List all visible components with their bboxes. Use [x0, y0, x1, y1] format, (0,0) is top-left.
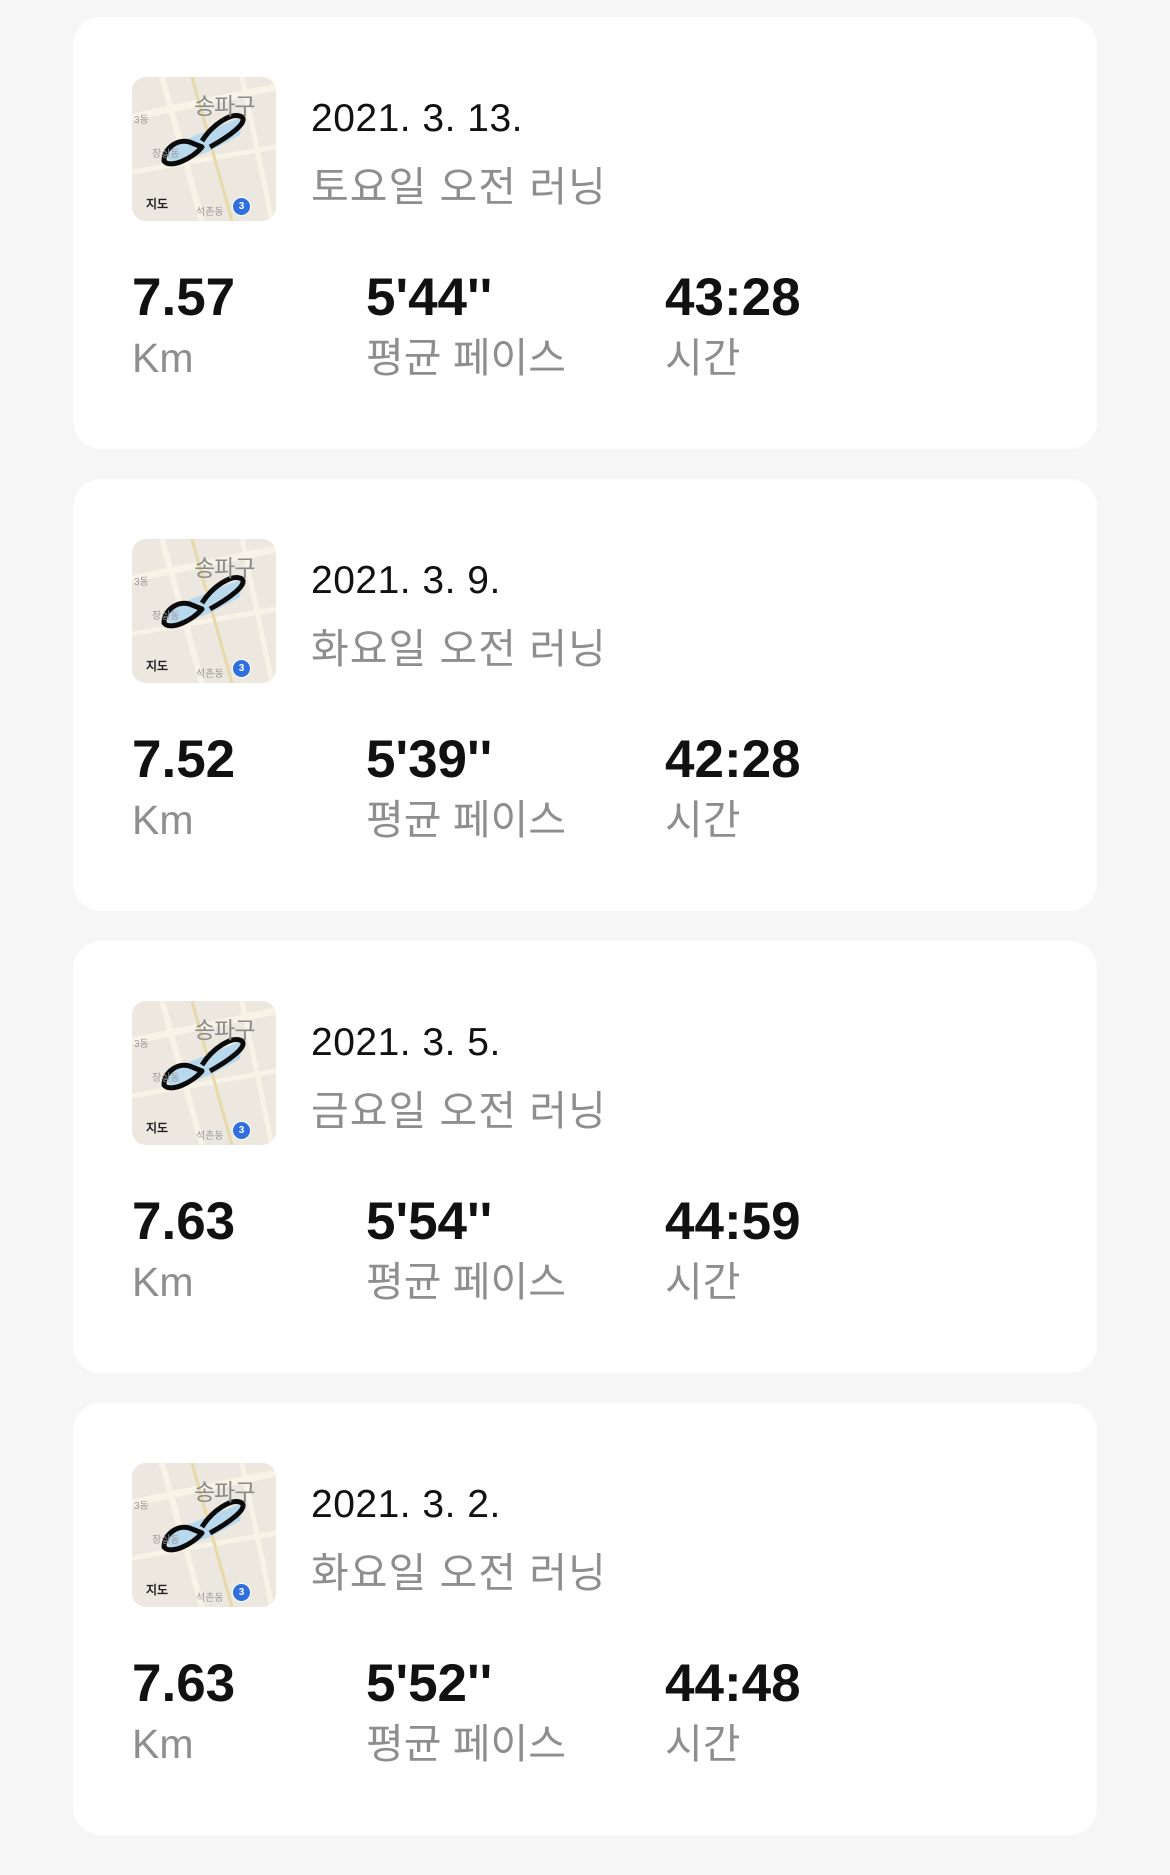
- activity-card[interactable]: 송파구 3동 장실동 석촌동 지도 3 2021. 3. 5. 금요일 오전 러…: [73, 941, 1097, 1373]
- distance-stat: 7.57 Km: [132, 213, 235, 379]
- distance-label: Km: [132, 1721, 194, 1767]
- pace-value: 5'54'': [366, 1192, 493, 1251]
- time-value: 44:48: [665, 1654, 801, 1713]
- activity-date: 2021. 3. 5.: [311, 1021, 501, 1064]
- distance-value: 7.63: [132, 1654, 236, 1713]
- map-district-label: 송파구: [194, 1479, 255, 1505]
- distance-value: 7.52: [132, 730, 236, 789]
- distance-value: 7.63: [132, 1192, 236, 1251]
- distance-stat: 7.63 Km: [132, 1137, 235, 1303]
- activity-date: 2021. 3. 13.: [311, 97, 524, 140]
- pace-stat: 5'54'' 평균 페이스: [366, 1137, 566, 1303]
- time-stat: 42:28 시간: [665, 675, 801, 841]
- route-map-thumbnail: 송파구 3동 장실동 석촌동 지도 3: [132, 1001, 276, 1145]
- time-value: 44:59: [665, 1192, 801, 1251]
- time-label: 시간: [665, 797, 741, 843]
- map-area-label: 3동: [134, 1039, 149, 1050]
- pace-label: 평균 페이스: [366, 1721, 566, 1767]
- pace-value: 5'52'': [366, 1654, 493, 1713]
- map-area-label: 장실동: [152, 611, 180, 622]
- route-map-thumbnail: 송파구 3동 장실동 석촌동 지도 3: [132, 77, 276, 221]
- distance-stat: 7.63 Km: [132, 1599, 235, 1765]
- pace-stat: 5'52'' 평균 페이스: [366, 1599, 566, 1765]
- time-stat: 43:28 시간: [665, 213, 801, 379]
- map-area-label: 3동: [134, 115, 149, 126]
- distance-value: 7.57: [132, 268, 236, 327]
- activity-title: 금요일 오전 러닝: [311, 1088, 607, 1134]
- time-stat: 44:48 시간: [665, 1599, 801, 1765]
- activity-card[interactable]: 송파구 3동 장실동 석촌동 지도 3 2021. 3. 9. 화요일 오전 러…: [73, 479, 1097, 911]
- route-map-thumbnail: 송파구 3동 장실동 석촌동 지도 3: [132, 1463, 276, 1607]
- pace-stat: 5'44'' 평균 페이스: [366, 213, 566, 379]
- activity-date: 2021. 3. 2.: [311, 1483, 501, 1526]
- pace-label: 평균 페이스: [366, 335, 566, 381]
- pace-label: 평균 페이스: [366, 1259, 566, 1305]
- activity-card[interactable]: 송파구 3동 장실동 석촌동 지도 3 2021. 3. 2. 화요일 오전 러…: [73, 1403, 1097, 1835]
- apple-maps-label: 지도: [146, 1583, 169, 1597]
- activity-card[interactable]: 송파구 3동 장실동 석촌동 지도 3 2021. 3. 13. 토요일 오전 …: [73, 17, 1097, 449]
- apple-maps-label: 지도: [146, 197, 169, 211]
- pace-label: 평균 페이스: [366, 797, 566, 843]
- map-district-label: 송파구: [194, 1017, 255, 1043]
- distance-stat: 7.52 Km: [132, 675, 235, 841]
- distance-label: Km: [132, 797, 194, 843]
- time-value: 43:28: [665, 268, 801, 327]
- map-area-label: 장실동: [152, 149, 180, 160]
- time-label: 시간: [665, 1259, 741, 1305]
- activity-title: 토요일 오전 러닝: [311, 164, 607, 210]
- map-area-label: 장실동: [152, 1535, 180, 1546]
- apple-maps-label: 지도: [146, 659, 169, 673]
- time-stat: 44:59 시간: [665, 1137, 801, 1303]
- map-district-label: 송파구: [194, 93, 255, 119]
- pace-value: 5'44'': [366, 268, 493, 327]
- map-area-label: 장실동: [152, 1073, 180, 1084]
- apple-maps-label: 지도: [146, 1121, 169, 1135]
- map-district-label: 송파구: [194, 555, 255, 581]
- activity-date: 2021. 3. 9.: [311, 559, 501, 602]
- time-label: 시간: [665, 1721, 741, 1767]
- distance-label: Km: [132, 335, 194, 381]
- map-area-label: 3동: [134, 577, 149, 588]
- time-value: 42:28: [665, 730, 801, 789]
- pace-value: 5'39'': [366, 730, 493, 789]
- distance-label: Km: [132, 1259, 194, 1305]
- activity-title: 화요일 오전 러닝: [311, 1550, 607, 1596]
- pace-stat: 5'39'' 평균 페이스: [366, 675, 566, 841]
- route-map-thumbnail: 송파구 3동 장실동 석촌동 지도 3: [132, 539, 276, 683]
- activity-title: 화요일 오전 러닝: [311, 626, 607, 672]
- map-area-label: 3동: [134, 1501, 149, 1512]
- time-label: 시간: [665, 335, 741, 381]
